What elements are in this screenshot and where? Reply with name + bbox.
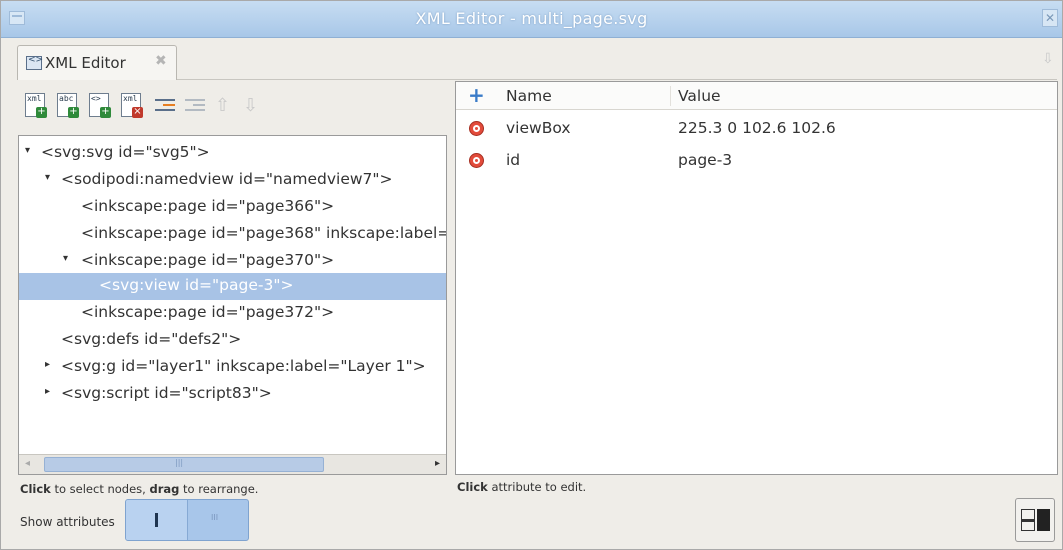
name-column-header[interactable]: Name (506, 87, 552, 105)
attribute-header: + Name Value (456, 82, 1057, 110)
tree-node-selected[interactable]: <svg:view id="page-3"> (19, 273, 446, 300)
expander-icon[interactable]: ▸ (45, 359, 50, 370)
new-element-icon: xml + (25, 93, 47, 118)
node-label: <sodipodi:namedview id="namedview7"> (61, 170, 393, 188)
expander-icon[interactable]: ▸ (45, 386, 50, 397)
tree-node[interactable]: <inkscape:page id="page366"> (19, 194, 446, 221)
indent-icon[interactable] (185, 99, 207, 113)
toggle-on-segment[interactable] (126, 500, 188, 540)
tree-hint: Click to select nodes, drag to rearrange… (20, 482, 259, 496)
expander-icon[interactable]: ▾ (25, 145, 30, 156)
xml-editor-window: XML Editor - multi_page.svg ✕ XML Editor… (0, 0, 1063, 550)
toggle-off-segment[interactable] (188, 500, 248, 540)
layout-panel-icon (1037, 509, 1050, 531)
delete-node-icon: xml × (121, 93, 143, 118)
attribute-value[interactable]: 225.3 0 102.6 102.6 (678, 119, 836, 137)
horizontal-scrollbar[interactable]: ◂ ▸ (19, 454, 446, 474)
raise-icon[interactable]: ⇧ (215, 95, 230, 116)
tree-node[interactable]: ▸ <svg:g id="layer1" inkscape:label="Lay… (19, 354, 446, 381)
show-attributes-toggle[interactable] (125, 499, 249, 541)
attribute-value[interactable]: page-3 (678, 151, 732, 169)
node-label: <svg:script id="script83"> (61, 384, 272, 402)
node-label: <svg:svg id="svg5"> (41, 143, 210, 161)
tree-node[interactable]: <inkscape:page id="page368" inkscape:lab… (19, 221, 446, 248)
column-separator (670, 86, 671, 106)
duplicate-icon: <> + (89, 93, 111, 118)
tree-node[interactable]: ▾ <sodipodi:namedview id="namedview7"> (19, 167, 446, 194)
tab-close-icon[interactable]: ✖ (155, 53, 167, 69)
attribute-panel: + Name Value viewBox 225.3 0 102.6 102.6… (455, 81, 1058, 475)
delete-node-button[interactable]: xml × (121, 93, 143, 119)
attribute-name[interactable]: id (506, 151, 520, 169)
new-text-button[interactable]: abc + (57, 93, 79, 119)
close-icon[interactable]: ✕ (1042, 9, 1058, 27)
tree-node[interactable]: ▾ <inkscape:page id="page370"> (19, 248, 446, 275)
duplicate-button[interactable]: <> + (89, 93, 111, 119)
node-label: <inkscape:page id="page370"> (81, 251, 335, 269)
node-label: <svg:view id="page-3"> (99, 276, 294, 294)
node-label: <svg:g id="layer1" inkscape:label="Layer… (61, 357, 426, 375)
delete-attribute-icon[interactable] (469, 121, 484, 136)
title-bar: XML Editor - multi_page.svg ✕ (1, 1, 1062, 38)
scroll-left-icon[interactable]: ◂ (25, 458, 30, 469)
node-label: <inkscape:page id="page368" inkscape:lab… (81, 224, 446, 242)
attribute-row[interactable]: viewBox 225.3 0 102.6 102.6 (456, 114, 1057, 144)
scroll-right-icon[interactable]: ▸ (435, 458, 440, 469)
tab-row: XML Editor ✖ (17, 45, 1057, 80)
tree-node[interactable]: ▸ <svg:script id="script83"> (19, 381, 446, 408)
dock-arrow-icon[interactable]: ⇩ (1042, 51, 1056, 69)
tab-xml-editor[interactable]: XML Editor ✖ (17, 45, 177, 80)
node-label: <inkscape:page id="page372"> (81, 303, 335, 321)
new-element-button[interactable]: xml + (25, 93, 47, 119)
tree-node[interactable]: <svg:defs id="defs2"> (19, 327, 446, 354)
expander-icon[interactable]: ▾ (63, 253, 68, 264)
node-label: <svg:defs id="defs2"> (61, 330, 242, 348)
attribute-hint: Click attribute to edit. (457, 480, 587, 494)
tab-label: XML Editor (45, 54, 126, 72)
node-tree[interactable]: ▾ <svg:svg id="svg5"> ▾ <sodipodi:namedv… (18, 135, 447, 475)
delete-attribute-icon[interactable] (469, 153, 484, 168)
new-text-icon: abc + (57, 93, 79, 118)
scroll-thumb[interactable] (44, 457, 324, 472)
window-title: XML Editor - multi_page.svg (415, 9, 648, 28)
tree-node[interactable]: <inkscape:page id="page372"> (19, 300, 446, 327)
expander-icon[interactable]: ▾ (45, 172, 50, 183)
show-attributes-label: Show attributes (20, 515, 115, 529)
xml-editor-icon (26, 55, 43, 70)
lower-icon[interactable]: ⇩ (243, 95, 258, 116)
attribute-name[interactable]: viewBox (506, 119, 571, 137)
add-attribute-icon[interactable]: + (468, 85, 485, 105)
value-column-header[interactable]: Value (678, 87, 721, 105)
layout-toggle-icon (1021, 509, 1035, 531)
unindent-icon[interactable] (155, 99, 177, 113)
attribute-row[interactable]: id page-3 (456, 146, 1057, 176)
node-label: <inkscape:page id="page366"> (81, 197, 335, 215)
layout-toggle-button[interactable] (1015, 498, 1055, 542)
tree-node[interactable]: ▾ <svg:svg id="svg5"> (19, 140, 446, 167)
